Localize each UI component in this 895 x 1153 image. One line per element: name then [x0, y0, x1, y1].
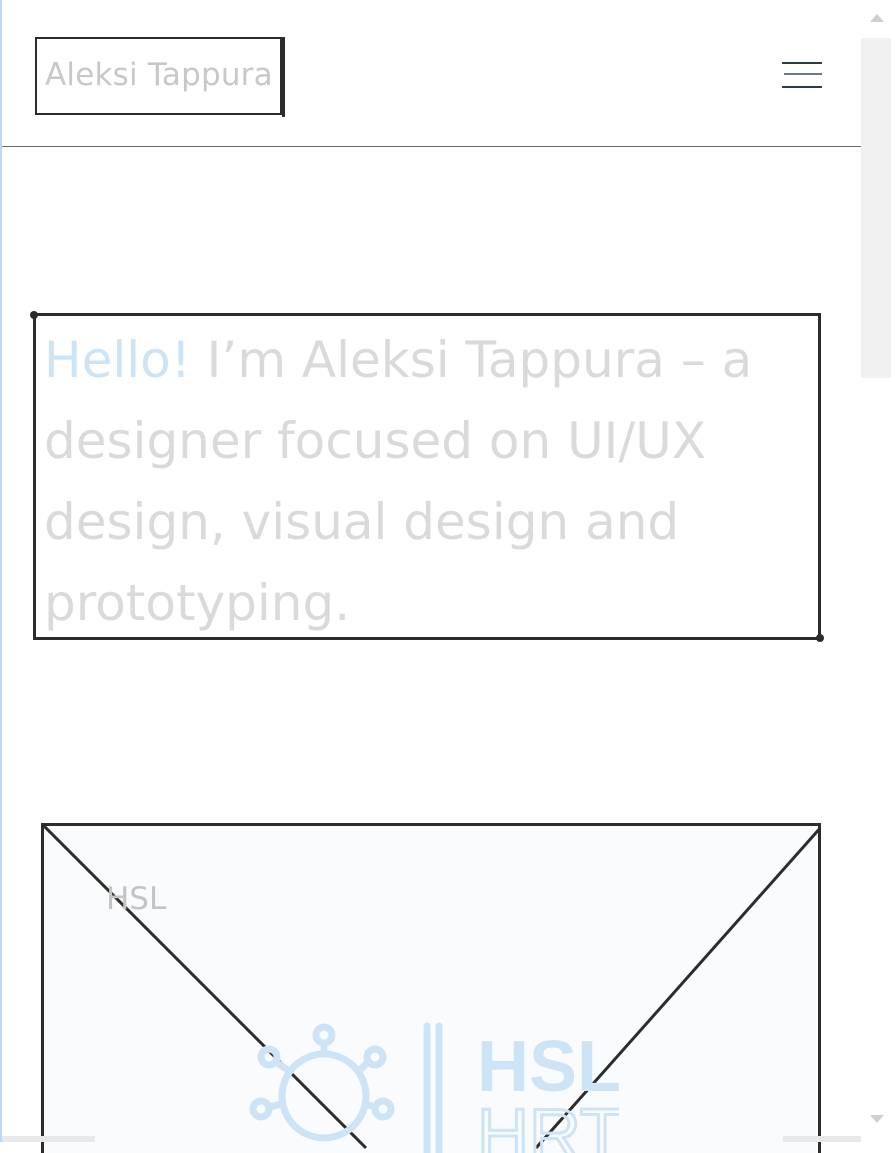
logo-link[interactable]: Aleksi Tappura	[35, 37, 285, 117]
intro-greeting: Hello!	[44, 331, 191, 389]
hamburger-menu-icon[interactable]	[780, 60, 824, 92]
logo-text: Aleksi Tappura	[45, 57, 273, 93]
scroll-down-arrow-icon[interactable]	[870, 1115, 884, 1123]
vertical-scrollbar[interactable]	[861, 0, 895, 1142]
horizontal-scroll-track-right	[783, 1136, 861, 1142]
project-label: HSL	[106, 881, 167, 917]
hsl-hrt-logo-icon: HSL HRT	[249, 1022, 619, 1153]
scroll-thumb[interactable]	[861, 38, 891, 378]
intro-section: Hello! I’m Aleksi Tappura – a designer f…	[30, 311, 824, 642]
site-header: Aleksi Tappura	[2, 0, 862, 147]
horizontal-scroll-track-left	[2, 1136, 95, 1142]
svg-text:HRT: HRT	[477, 1095, 619, 1153]
scroll-up-arrow-icon[interactable]	[870, 14, 884, 22]
intro-heading: Hello! I’m Aleksi Tappura – a designer f…	[44, 320, 814, 644]
project-card-hsl[interactable]: HSL HSL HRT	[41, 823, 821, 1153]
window-edge	[0, 0, 2, 1142]
